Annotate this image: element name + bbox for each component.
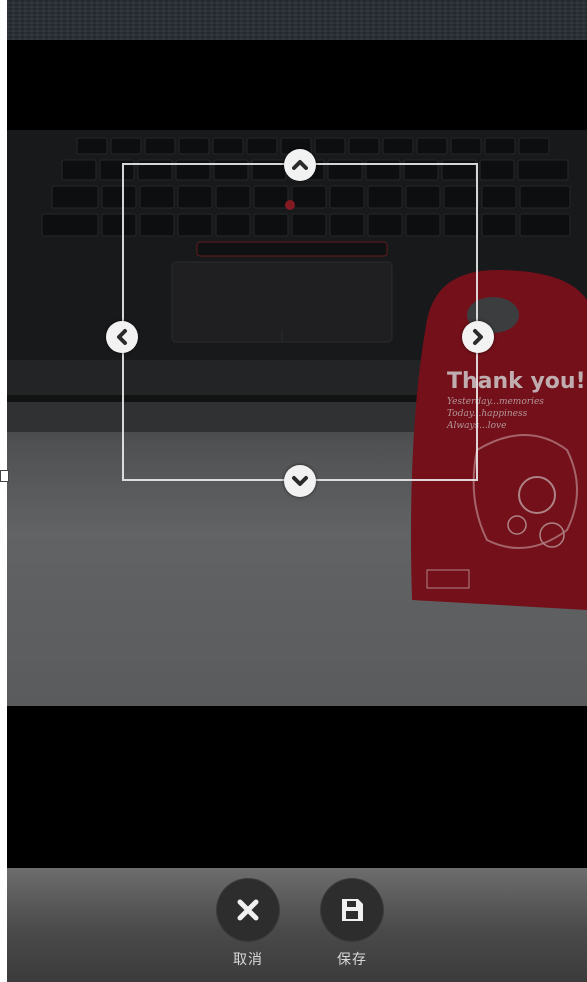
save-button[interactable] bbox=[320, 878, 384, 942]
cancel-label: 取消 bbox=[233, 952, 263, 968]
status-bar bbox=[0, 0, 587, 40]
cancel-action[interactable]: 取消 bbox=[213, 878, 283, 969]
save-icon bbox=[342, 899, 363, 921]
crop-handle-right[interactable] bbox=[462, 321, 494, 353]
screen-edge bbox=[0, 0, 7, 982]
cancel-button[interactable] bbox=[216, 878, 280, 942]
crop-handle-left[interactable] bbox=[106, 321, 138, 353]
chevron-down-icon bbox=[292, 476, 308, 486]
bottom-toolbar: 取消 保存 bbox=[7, 868, 587, 982]
chevron-up-icon bbox=[292, 160, 308, 170]
chevron-right-icon bbox=[473, 329, 483, 345]
edge-indicator bbox=[0, 470, 9, 482]
chevron-left-icon bbox=[117, 329, 127, 345]
close-icon bbox=[237, 899, 259, 921]
crop-handle-top[interactable] bbox=[284, 149, 316, 181]
save-action[interactable]: 保存 bbox=[317, 878, 387, 969]
crop-handle-bottom[interactable] bbox=[284, 465, 316, 497]
crop-frame[interactable] bbox=[122, 163, 478, 481]
save-label: 保存 bbox=[337, 952, 367, 968]
